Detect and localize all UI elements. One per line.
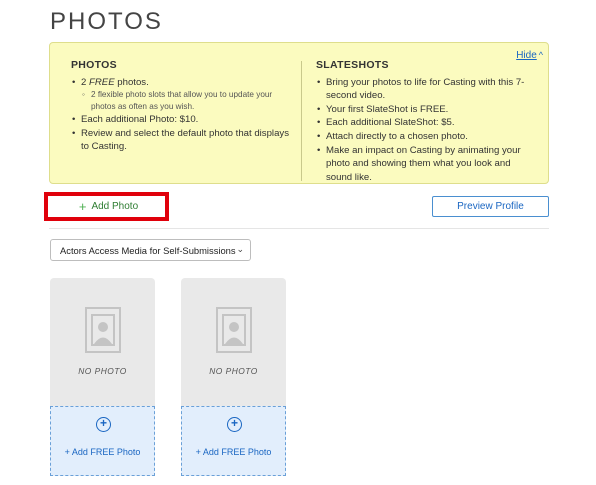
photo-slot: NO PHOTO + + Add FREE Photo: [181, 278, 286, 476]
column-divider: [301, 61, 302, 181]
chevron-down-icon: ⌄: [236, 244, 244, 254]
slateshots-info-column: SLATESHOTS Bring your photos to life for…: [316, 59, 538, 184]
plus-circle-icon: +: [96, 417, 111, 432]
add-free-photo-button[interactable]: + + Add FREE Photo: [181, 406, 286, 476]
slateshots-info-item: Make an impact on Casting by animating y…: [316, 144, 538, 185]
photo-slot: NO PHOTO + + Add FREE Photo: [50, 278, 155, 476]
portrait-placeholder-icon: [85, 307, 121, 353]
add-free-photo-label: + Add FREE Photo: [195, 447, 272, 457]
photos-info-panel: Hide^ PHOTOS 2 FREE photos. 2 flexible p…: [49, 42, 549, 184]
photos-info-column: PHOTOS 2 FREE photos. 2 flexible photo s…: [71, 59, 291, 154]
divider: [49, 228, 549, 229]
page-title: PHOTOS: [50, 8, 163, 35]
add-free-photo-label: + Add FREE Photo: [64, 447, 141, 457]
photos-heading: PHOTOS: [71, 59, 117, 71]
plus-circle-icon: +: [227, 417, 242, 432]
add-photo-button[interactable]: + Add Photo: [52, 196, 165, 217]
photo-placeholder: NO PHOTO: [50, 278, 155, 406]
media-type-select[interactable]: Actors Access Media for Self-Submissions…: [50, 239, 251, 261]
portrait-placeholder-icon: [216, 307, 252, 353]
slateshots-heading: SLATESHOTS: [316, 59, 389, 71]
photos-info-item: 2 FREE photos.: [71, 76, 291, 90]
add-photo-label: Add Photo: [91, 201, 139, 212]
media-select-value: Actors Access Media for Self-Submissions: [60, 244, 236, 256]
no-photo-label: NO PHOTO: [209, 366, 258, 376]
photos-info-item: Review and select the default photo that…: [71, 127, 291, 154]
photos-info-subitem: 2 flexible photo slots that allow you to…: [71, 89, 291, 113]
slateshots-info-item: Each additional SlateShot: $5.: [316, 116, 538, 130]
add-free-photo-button[interactable]: + + Add FREE Photo: [50, 406, 155, 476]
slateshots-info-item: Your first SlateShot is FREE.: [316, 103, 538, 117]
slateshots-info-item: Attach directly to a chosen photo.: [316, 130, 538, 144]
plus-icon: +: [78, 198, 87, 214]
chevron-up-icon: ^: [538, 50, 543, 60]
photos-info-item: Each additional Photo: $10.: [71, 113, 291, 127]
photo-placeholder: NO PHOTO: [181, 278, 286, 406]
slateshots-info-item: Bring your photos to life for Casting wi…: [316, 76, 538, 103]
no-photo-label: NO PHOTO: [78, 366, 127, 376]
preview-profile-button[interactable]: Preview Profile: [432, 196, 549, 217]
